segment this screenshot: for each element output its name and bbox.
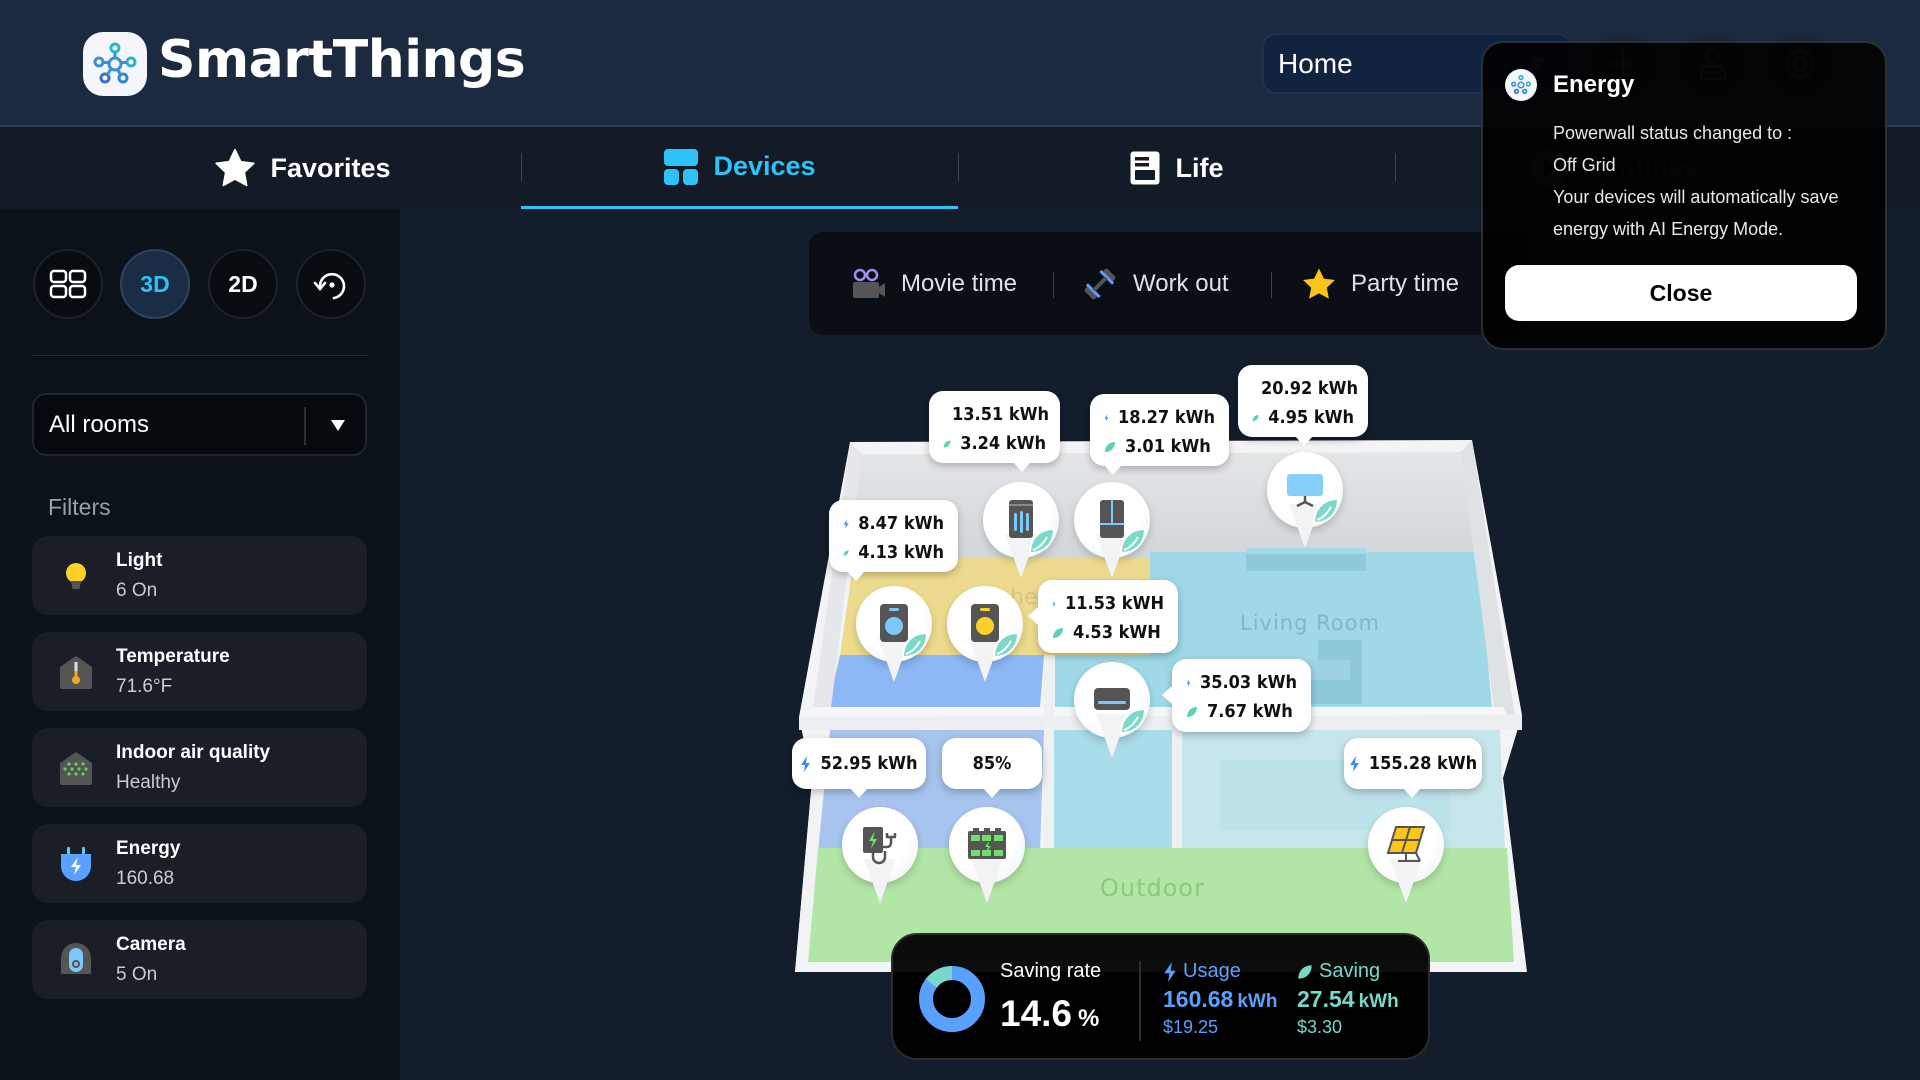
usage-bolt-icon [1104, 413, 1109, 422]
solar-panel-icon [1386, 826, 1426, 862]
callout-tail [1104, 465, 1122, 475]
usage-bolt-icon [1164, 961, 1176, 982]
saving-value: 4.13 kWh [858, 542, 944, 563]
saving-leaf-icon [1298, 964, 1312, 979]
saving-value: 4.53 kWH [1073, 622, 1161, 643]
saving-value: 7.67 kWh [1207, 701, 1293, 722]
callout-tail [847, 571, 865, 581]
usage-value: 18.27 kWh [1117, 407, 1215, 428]
pin-ev-charger[interactable] [842, 807, 918, 905]
energy-notification-popup: Energy Powerwall status changed to : Off… [1481, 41, 1887, 350]
saving-rate-label: Saving rate [1000, 960, 1102, 982]
saving-value: 3.01 kWh [1125, 436, 1211, 457]
battery-value: 85% [972, 753, 1012, 774]
air-purifier-energy-callout[interactable]: 13.51 kWh 3.24 kWh [929, 391, 1060, 472]
usage-value: 20.92 kWh [1261, 378, 1359, 399]
eco-leaf-icon [901, 631, 929, 659]
pin-solar-panel[interactable] [1368, 807, 1444, 905]
saving-leaf-icon [1105, 441, 1115, 452]
usage-bolt-icon [801, 755, 811, 772]
saving-stat: Saving 27.54 kWh $3.30 [1297, 960, 1399, 1038]
saving-rate-value: 14.6% [1000, 993, 1099, 1035]
washer-energy-callout[interactable]: 8.47 kWh 4.13 kWh [829, 500, 958, 581]
eco-leaf-icon [1119, 707, 1147, 735]
refrigerator-energy-callout[interactable]: 18.27 kWh 3.01 kWh [1090, 394, 1229, 475]
saving-leaf-icon [1053, 627, 1063, 638]
pin-air-conditioner[interactable] [1074, 662, 1150, 760]
saving-rate-donut [919, 966, 985, 1032]
battery-icon [968, 828, 1006, 859]
room-label-outdoor: Outdoor [1100, 874, 1205, 902]
pin-air-purifier[interactable] [983, 482, 1059, 580]
popup-line: Off Grid [1553, 155, 1616, 175]
usage-value: 13.51 kWh [952, 404, 1050, 425]
room-label-living-room: Living Room [1240, 611, 1380, 635]
saving-rate-number: 14.6 [1000, 993, 1073, 1034]
energy-summary-card[interactable]: Saving rate 14.6% Usage 160.68 kWh $19.25… [891, 933, 1430, 1060]
summary-divider [1139, 961, 1141, 1041]
middle-wall-face [799, 715, 1522, 730]
usage-total: 160.68 [1163, 986, 1234, 1012]
usage-cost: $19.25 [1163, 1017, 1219, 1037]
interior-divider [1044, 656, 1054, 852]
usage-label: Usage [1183, 960, 1241, 982]
usage-value: 35.03 kWh [1199, 672, 1297, 693]
popup-line: Your devices will automatically save ene… [1553, 187, 1839, 239]
usage-value: 8.47 kWh [858, 513, 944, 534]
usage-value: 11.53 kWH [1064, 593, 1164, 614]
usage-bolt-icon [843, 518, 849, 529]
usage-value: 52.95 kWh [820, 753, 918, 774]
pin-battery[interactable] [949, 807, 1025, 905]
saving-cost: $3.30 [1297, 1017, 1343, 1037]
eco-leaf-icon [1312, 497, 1340, 525]
pin-tv[interactable] [1267, 452, 1343, 550]
pin-tip [971, 859, 1003, 903]
saving-leaf-icon [843, 549, 849, 556]
usage-bolt-icon [1052, 600, 1056, 607]
usage-unit: kWh [1237, 991, 1278, 1012]
ev-charger-icon [863, 827, 897, 865]
usage-stat: Usage 160.68 kWh $19.25 [1163, 960, 1277, 1038]
callout-tail [1013, 462, 1031, 472]
close-button[interactable]: Close [1505, 265, 1857, 321]
pin-refrigerator[interactable] [1074, 482, 1150, 580]
saving-value: 3.24 kWh [960, 433, 1046, 454]
usage-bolt-icon [1349, 755, 1359, 772]
callout-tail [850, 788, 868, 798]
callout-tail [1028, 607, 1038, 625]
ev-charger-energy-callout[interactable]: 52.95 kWh [792, 738, 926, 798]
callout-tail [983, 788, 1001, 798]
eco-leaf-icon [1028, 527, 1056, 555]
saving-label: Saving [1319, 960, 1381, 982]
saving-leaf-icon [943, 440, 951, 447]
tv-energy-callout[interactable]: 20.92 kWh 4.95 kWh [1238, 365, 1368, 446]
dryer-energy-callout[interactable]: 11.53 kWH 4.53 kWH [1028, 580, 1178, 653]
solar-energy-callout[interactable]: 155.28 kWh [1344, 738, 1482, 798]
eco-leaf-icon [1119, 527, 1147, 555]
usage-bolt-icon [1186, 678, 1191, 687]
popup-message: Powerwall status changed to : Off Grid Y… [1553, 117, 1873, 245]
callout-tail [1295, 436, 1313, 446]
saving-unit: kWh [1358, 991, 1399, 1012]
pin-tip [864, 859, 896, 903]
saving-rate-unit: % [1078, 1005, 1100, 1032]
popup-title: Energy [1553, 71, 1635, 98]
pin-washer[interactable] [856, 586, 932, 684]
smartthings-logo-icon [1505, 69, 1537, 101]
air-conditioner-energy-callout[interactable]: 35.03 kWh 7.67 kWh [1162, 659, 1311, 732]
saving-value: 4.95 kWh [1268, 407, 1354, 428]
pin-dryer[interactable] [947, 586, 1023, 684]
pin-tip [1390, 859, 1422, 903]
battery-level-callout[interactable]: 85% [942, 738, 1042, 798]
saving-total: 27.54 [1297, 986, 1355, 1012]
callout-tail [1403, 788, 1421, 798]
interior-divider [1172, 730, 1182, 852]
callout-tail [1162, 686, 1172, 704]
eco-leaf-icon [992, 631, 1020, 659]
usage-value: 155.28 kWh [1368, 753, 1478, 774]
popup-line: Powerwall status changed to : [1553, 123, 1793, 143]
saving-leaf-icon [1187, 706, 1197, 717]
saving-leaf-icon [1252, 414, 1259, 421]
